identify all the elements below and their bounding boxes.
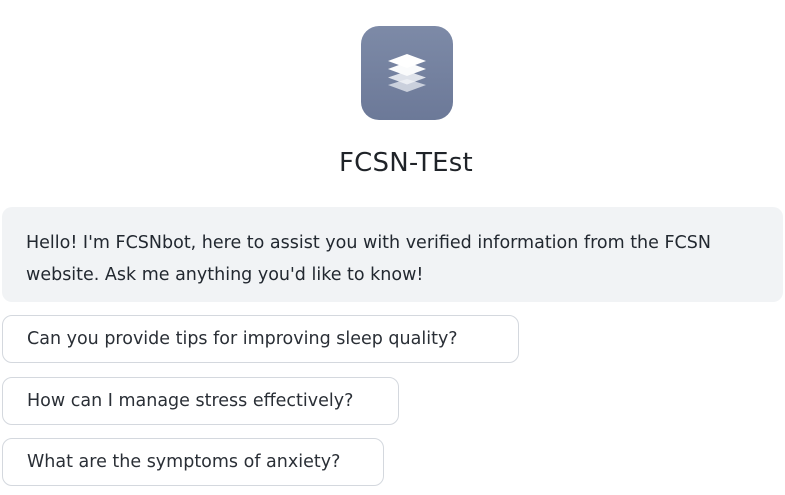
app-logo [361,26,453,120]
bot-greeting-message: Hello! I'm FCSNbot, here to assist you w… [2,207,783,302]
chat-welcome-screen: FCSN-TEst Hello! I'm FCSNbot, here to as… [0,0,785,495]
suggestion-button-anxiety[interactable]: What are the symptoms of anxiety? [2,438,384,486]
suggestion-button-stress[interactable]: How can I manage stress effectively? [2,377,399,425]
layers-icon [388,54,426,92]
app-title: FCSN-TEst [339,148,473,178]
suggestion-button-sleep[interactable]: Can you provide tips for improving sleep… [2,315,519,363]
